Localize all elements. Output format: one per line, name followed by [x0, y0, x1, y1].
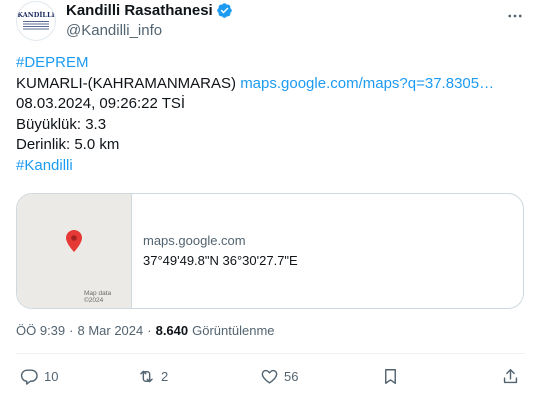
- map-thumbnail[interactable]: Map data ©2024: [17, 194, 132, 308]
- tweet-date[interactable]: 8 Mar 2024: [77, 323, 143, 338]
- avatar-logo-text: KANDİLLİ: [17, 11, 55, 20]
- heart-icon: [261, 369, 278, 384]
- like-count: 56: [284, 369, 299, 384]
- avatar-logo-subtext: [23, 20, 49, 30]
- avatar[interactable]: KANDİLLİ: [16, 1, 56, 41]
- share-icon: [503, 369, 518, 384]
- map-link[interactable]: maps.google.com/maps?q=37.8305…: [240, 75, 494, 92]
- card-domain: maps.google.com: [143, 233, 246, 248]
- author-name-row[interactable]: Kandilli Rasathanesi: [66, 2, 233, 19]
- quake-datetime: 08.03.2024, 09:26:22 TSİ: [16, 95, 186, 112]
- retweet-icon: [140, 370, 153, 383]
- share-button[interactable]: [501, 367, 520, 386]
- author-name[interactable]: Kandilli Rasathanesi: [66, 2, 213, 19]
- retweet-button[interactable]: 2: [137, 367, 168, 386]
- meta-separator: ·: [69, 323, 74, 338]
- retweet-count: 2: [161, 369, 169, 384]
- author-handle[interactable]: @Kandilli_info: [66, 22, 162, 39]
- card-coordinates: 37°49'49.8"N 36°30'27.7"E: [143, 253, 298, 268]
- map-pin-icon: [66, 230, 82, 252]
- divider: [16, 353, 525, 354]
- reply-icon: [20, 369, 38, 385]
- meta-separator: ·: [147, 323, 152, 338]
- verified-badge-icon: [216, 3, 232, 18]
- views-label[interactable]: Görüntülenme: [192, 323, 274, 338]
- link-preview-card[interactable]: Map data ©2024 maps.google.com 37°49'49.…: [16, 193, 524, 309]
- bookmark-icon: [385, 369, 396, 384]
- quake-location: KUMARLI-(KAHRAMANMARAS): [16, 74, 241, 92]
- tweet-text: #DEPREM KUMARLI-(KAHRAMANMARAS) maps.goo…: [16, 53, 526, 176]
- action-bar: 10 2 56: [16, 363, 525, 393]
- hashtag-kandilli[interactable]: #Kandilli: [16, 157, 73, 174]
- tweet-time[interactable]: ÖÖ 9:39: [16, 323, 65, 338]
- reply-button[interactable]: 10: [20, 367, 58, 386]
- more-options-button[interactable]: [505, 6, 525, 26]
- quake-magnitude: Büyüklük: 3.3: [16, 115, 107, 133]
- map-credit: Map data ©2024: [84, 290, 112, 304]
- like-button[interactable]: 56: [260, 367, 298, 386]
- more-icon: [508, 14, 522, 18]
- reply-count: 10: [44, 369, 59, 384]
- card-info[interactable]: maps.google.com 37°49'49.8"N 36°30'27.7"…: [132, 194, 298, 308]
- hashtag-deprem[interactable]: #DEPREM: [16, 54, 89, 71]
- quake-depth: Derinlik: 5.0 km: [16, 136, 120, 153]
- tweet-header: KANDİLLİ Kandilli Rasathanesi @Kandilli_…: [16, 0, 525, 44]
- views-count[interactable]: 8.640: [156, 323, 189, 338]
- bookmark-button[interactable]: [381, 367, 400, 386]
- tweet-meta: ÖÖ 9:39 · 8 Mar 2024 · 8.640 Görüntülenm…: [16, 323, 275, 338]
